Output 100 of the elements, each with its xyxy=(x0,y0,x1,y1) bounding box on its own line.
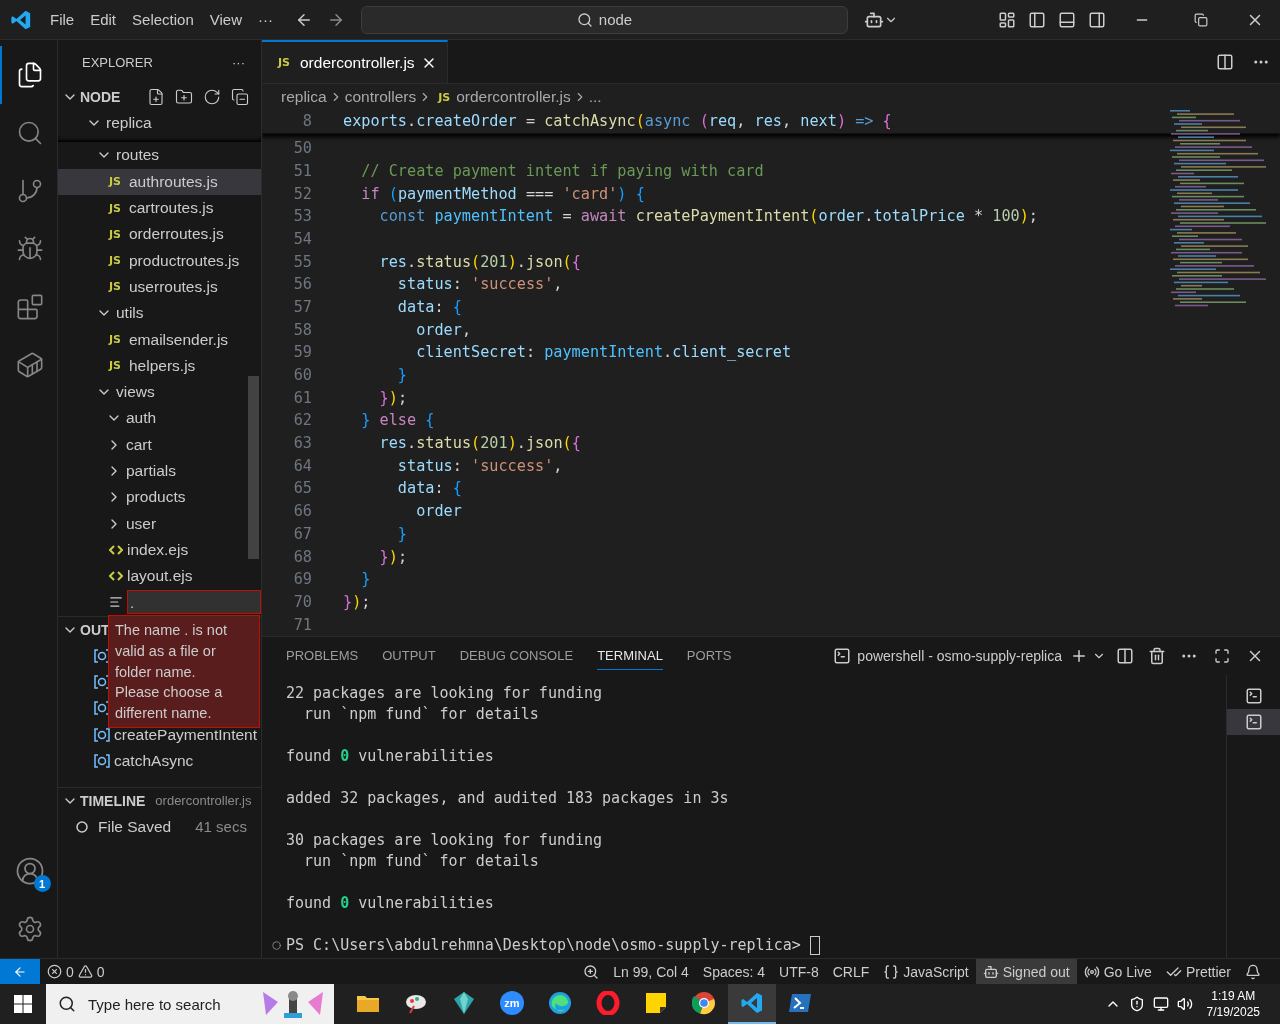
ring-icon[interactable] xyxy=(596,991,620,1015)
panel-tab[interactable]: DEBUG CONSOLE xyxy=(459,642,574,670)
layout-icon[interactable] xyxy=(998,10,1016,29)
folder-item[interactable]: user xyxy=(58,510,261,537)
menu-item[interactable]: Selection xyxy=(124,11,202,28)
folder-item[interactable]: cart xyxy=(58,431,261,458)
restore-icon[interactable] xyxy=(1194,12,1208,27)
section-title[interactable]: TIMELINE xyxy=(80,792,146,809)
line-number: 66 xyxy=(292,502,312,521)
browser-icon[interactable] xyxy=(548,991,572,1015)
code-line: } xyxy=(360,570,371,589)
section-title[interactable]: NODE xyxy=(80,89,121,105)
panel-bottom-icon[interactable] xyxy=(1058,10,1076,29)
tree-file[interactable]: JS emailsender.js xyxy=(58,326,261,353)
more-menu[interactable]: ··· xyxy=(250,11,281,28)
panel-tab[interactable]: PROBLEMS xyxy=(286,642,359,670)
folder-icon[interactable] xyxy=(356,993,380,1013)
search-input[interactable]: Type here to search xyxy=(86,994,226,1014)
tree-file[interactable]: index.ejs xyxy=(58,536,261,564)
copilot-status[interactable]: Signed out xyxy=(975,959,1077,984)
folder-item[interactable]: products xyxy=(58,484,261,511)
volume-icon[interactable] xyxy=(1176,996,1193,1012)
folder-item[interactable]: auth xyxy=(58,405,261,432)
folder-item[interactable]: partials xyxy=(58,457,261,485)
terminal-app-icon[interactable] xyxy=(788,993,812,1013)
line-number: 69 xyxy=(292,570,312,589)
panel-tab[interactable]: OUTPUT xyxy=(382,642,436,670)
tree-file[interactable]: JS productroutes.js xyxy=(58,247,261,274)
split-icon[interactable] xyxy=(1116,647,1134,665)
diamond-icon[interactable] xyxy=(452,991,476,1015)
notification-badge: 1 xyxy=(33,875,51,892)
terminal-icon xyxy=(833,647,852,665)
outline-item[interactable]: catchAsync xyxy=(114,751,194,770)
line-number: 8 xyxy=(301,112,312,131)
split-icon[interactable] xyxy=(1216,52,1234,71)
text-status[interactable]: Ln 99, Col 4 xyxy=(606,959,696,984)
line-number: 51 xyxy=(292,161,312,180)
menu-item[interactable]: View xyxy=(201,11,250,28)
explorer-title: EXPLORER xyxy=(82,54,153,70)
collapse-icon[interactable] xyxy=(231,88,249,106)
language-status[interactable]: JavaScript xyxy=(876,959,976,984)
text-status[interactable]: CRLF xyxy=(825,959,877,984)
file-type-label: JS xyxy=(109,201,122,215)
terminal-name[interactable]: powershell - osmo-supply-replica xyxy=(857,648,1062,664)
copilot-icon xyxy=(982,963,999,980)
folder-item[interactable]: replica xyxy=(58,110,261,137)
palette-icon[interactable] xyxy=(404,992,428,1014)
line-number: 56 xyxy=(292,275,312,294)
windows-icon[interactable] xyxy=(14,995,32,1013)
editor-tab[interactable]: JS ordercontroller.js xyxy=(262,40,448,83)
panel-tab[interactable]: PORTS xyxy=(686,642,732,670)
panel-right-icon[interactable] xyxy=(1088,10,1106,29)
timeline-item[interactable]: File Saved xyxy=(98,817,172,836)
account-icon[interactable] xyxy=(14,856,45,886)
breadcrumb[interactable]: ... xyxy=(588,88,602,106)
timeline-time: 41 secs xyxy=(195,818,247,836)
trash-icon[interactable] xyxy=(1148,647,1166,665)
note-icon[interactable] xyxy=(645,992,667,1014)
code-line: order, xyxy=(415,320,472,339)
section-title[interactable]: OUT xyxy=(80,621,110,638)
new-file-icon[interactable] xyxy=(147,88,165,106)
panel-tab[interactable]: TERMINAL xyxy=(597,642,663,670)
text-status[interactable]: Spaces: 4 xyxy=(695,959,773,984)
text-status[interactable]: UTF-8 xyxy=(772,959,826,984)
shield-icon[interactable] xyxy=(1128,996,1145,1012)
network-icon[interactable] xyxy=(1152,996,1169,1012)
tree-file[interactable]: layout.ejs xyxy=(58,563,261,590)
filename-input[interactable]: . xyxy=(127,590,261,615)
code-line: status: 'success', xyxy=(396,275,563,294)
refresh-icon[interactable] xyxy=(203,88,221,106)
maximize-icon[interactable] xyxy=(1214,648,1230,664)
tree-file[interactable]: JS orderroutes.js xyxy=(58,221,261,248)
more-menu[interactable]: ··· xyxy=(232,54,245,70)
breadcrumb[interactable]: replica xyxy=(281,88,327,106)
scrollbar[interactable] xyxy=(248,376,259,559)
command-search-field[interactable]: node xyxy=(361,5,848,34)
panel-left-icon[interactable] xyxy=(1028,10,1046,29)
folder-item[interactable]: utils xyxy=(58,300,261,327)
prettier-status[interactable]: Prettier xyxy=(1158,959,1238,984)
add-icon[interactable] xyxy=(1070,647,1088,665)
breadcrumb[interactable]: ordercontroller.js xyxy=(456,88,571,106)
tree-file[interactable]: JS userroutes.js xyxy=(58,273,261,301)
terminal-instance[interactable] xyxy=(1227,709,1280,735)
menu-item[interactable]: Edit xyxy=(82,11,125,28)
clock[interactable]: 1:19 AM 7/19/2025 xyxy=(1196,988,1270,1020)
bell-icon xyxy=(1245,963,1261,980)
breadcrumb[interactable]: controllers xyxy=(344,88,417,106)
tree-file[interactable]: JS cartroutes.js xyxy=(58,194,261,222)
editor-app-icon[interactable] xyxy=(740,991,764,1015)
tree-file[interactable]: JS helpers.js xyxy=(58,352,261,379)
live-status[interactable]: Go Live xyxy=(1076,959,1159,984)
problems-status[interactable]: 0 0 xyxy=(40,959,112,984)
folder-item[interactable]: views xyxy=(58,378,261,406)
new-folder-icon[interactable] xyxy=(175,88,193,106)
menu-item[interactable]: File xyxy=(42,11,83,28)
taskbar-search-field[interactable]: Type here to search xyxy=(46,984,334,1024)
folder-item[interactable]: routes xyxy=(58,142,261,169)
tree-file[interactable]: JS authroutes.js xyxy=(58,168,261,195)
file-type-label: JS xyxy=(278,56,291,69)
chrome-icon[interactable] xyxy=(692,991,716,1015)
